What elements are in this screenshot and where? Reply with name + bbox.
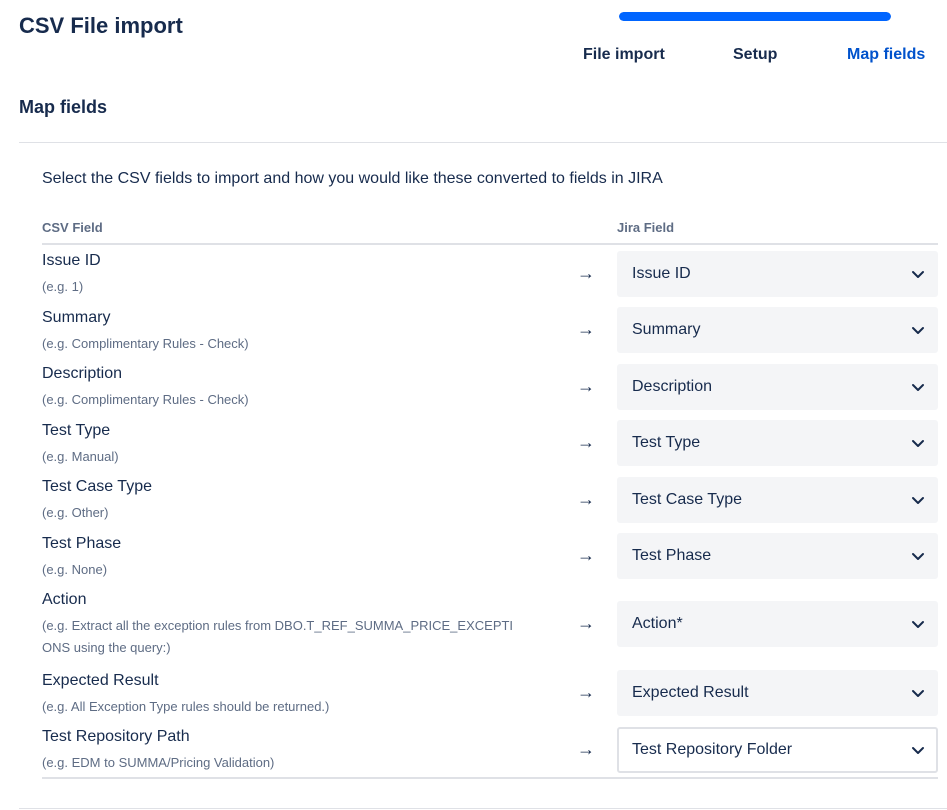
chevron-down-icon[interactable] — [910, 435, 926, 451]
csv-field-name-action: Action — [42, 591, 87, 608]
csv-field-name-expected-result: Expected Result — [42, 672, 159, 689]
jira-field-value: Expected Result — [632, 684, 749, 701]
footer-divider — [19, 808, 947, 809]
table-header-divider — [42, 243, 938, 245]
step-setup[interactable]: Setup — [733, 46, 777, 64]
csv-field-example-description: (e.g. Complimentary Rules - Check) — [42, 392, 249, 407]
jira-field-header: Jira Field — [617, 220, 675, 235]
chevron-down-icon[interactable] — [910, 685, 926, 701]
csv-field-name-test-case-type: Test Case Type — [42, 478, 152, 495]
wizard-steps: File import Setup Map fields — [0, 46, 947, 66]
csv-field-example-test-case-type: (e.g. Other) — [42, 505, 109, 520]
chevron-down-icon[interactable] — [910, 742, 926, 758]
step-map-fields[interactable]: Map fields — [847, 46, 925, 64]
mapping-arrow-icon: → — [577, 489, 595, 509]
csv-field-example-action: (e.g. Extract all the exception rules fr… — [42, 618, 514, 655]
csv-field-name-description: Description — [42, 365, 123, 382]
intro-text: Select the CSV fields to import and how … — [42, 170, 663, 187]
table-bottom-divider — [42, 777, 938, 779]
csv-field-example-test-phase: (e.g. None) — [42, 562, 108, 577]
mapping-arrow-icon: → — [577, 739, 595, 759]
jira-field-value: Test Case Type — [632, 491, 742, 508]
jira-field-select-test-case-type[interactable]: Test Case Type — [617, 477, 938, 523]
jira-field-value: Action* — [632, 615, 683, 632]
page-title: CSV File import — [19, 13, 183, 38]
mapping-arrow-icon: → — [577, 432, 595, 452]
mapping-arrow-icon: → — [577, 613, 595, 633]
csv-field-header: CSV Field — [42, 220, 103, 235]
csv-field-name-summary: Summary — [42, 309, 111, 326]
mapping-arrow-icon: → — [577, 376, 595, 396]
jira-field-value: Summary — [632, 321, 701, 338]
section-title: Map fields — [19, 97, 108, 117]
step-file-import[interactable]: File import — [583, 46, 665, 64]
csv-field-name-issue-id: Issue ID — [42, 252, 101, 269]
jira-field-select-description[interactable]: Description — [617, 364, 938, 410]
jira-field-value: Test Repository Folder — [632, 741, 793, 758]
jira-field-value: Test Type — [632, 434, 701, 451]
jira-field-select-issue-id[interactable]: Issue ID — [617, 251, 938, 297]
divider — [19, 142, 947, 143]
chevron-down-icon[interactable] — [910, 322, 926, 338]
csv-field-example-expected-result: (e.g. All Exception Type rules should be… — [42, 699, 330, 714]
chevron-down-icon[interactable] — [910, 548, 926, 564]
jira-field-select-test-phase[interactable]: Test Phase — [617, 533, 938, 579]
jira-field-select-test-type[interactable]: Test Type — [617, 420, 938, 466]
csv-field-name-test-phase: Test Phase — [42, 535, 122, 552]
csv-field-example-test-repository-path: (e.g. EDM to SUMMA/Pricing Validation) — [42, 755, 275, 770]
progress-bar-fill — [619, 12, 891, 21]
chevron-down-icon[interactable] — [910, 379, 926, 395]
csv-field-example-summary: (e.g. Complimentary Rules - Check) — [42, 336, 249, 351]
mapping-arrow-icon: → — [577, 682, 595, 702]
chevron-down-icon[interactable] — [910, 616, 926, 632]
chevron-down-icon[interactable] — [910, 492, 926, 508]
mapping-arrow-icon: → — [577, 545, 595, 565]
progress-bar — [619, 12, 891, 21]
jira-field-value: Test Phase — [632, 547, 712, 564]
mapping-arrow-icon: → — [577, 263, 595, 283]
jira-field-select-expected-result[interactable]: Expected Result — [617, 670, 938, 716]
csv-field-example-issue-id: (e.g. 1) — [42, 279, 84, 294]
mapping-arrow-icon: → — [577, 319, 595, 339]
csv-field-name-test-repository-path: Test Repository Path — [42, 728, 190, 745]
chevron-down-icon[interactable] — [910, 266, 926, 282]
csv-field-example-test-type: (e.g. Manual) — [42, 449, 119, 464]
jira-field-select-test-repository-path[interactable]: Test Repository Folder — [617, 727, 938, 773]
jira-field-select-summary[interactable]: Summary — [617, 307, 938, 353]
jira-field-select-action[interactable]: Action* — [617, 601, 938, 647]
csv-field-name-test-type: Test Type — [42, 422, 111, 439]
jira-field-value: Description — [632, 378, 713, 395]
jira-field-value: Issue ID — [632, 265, 691, 282]
